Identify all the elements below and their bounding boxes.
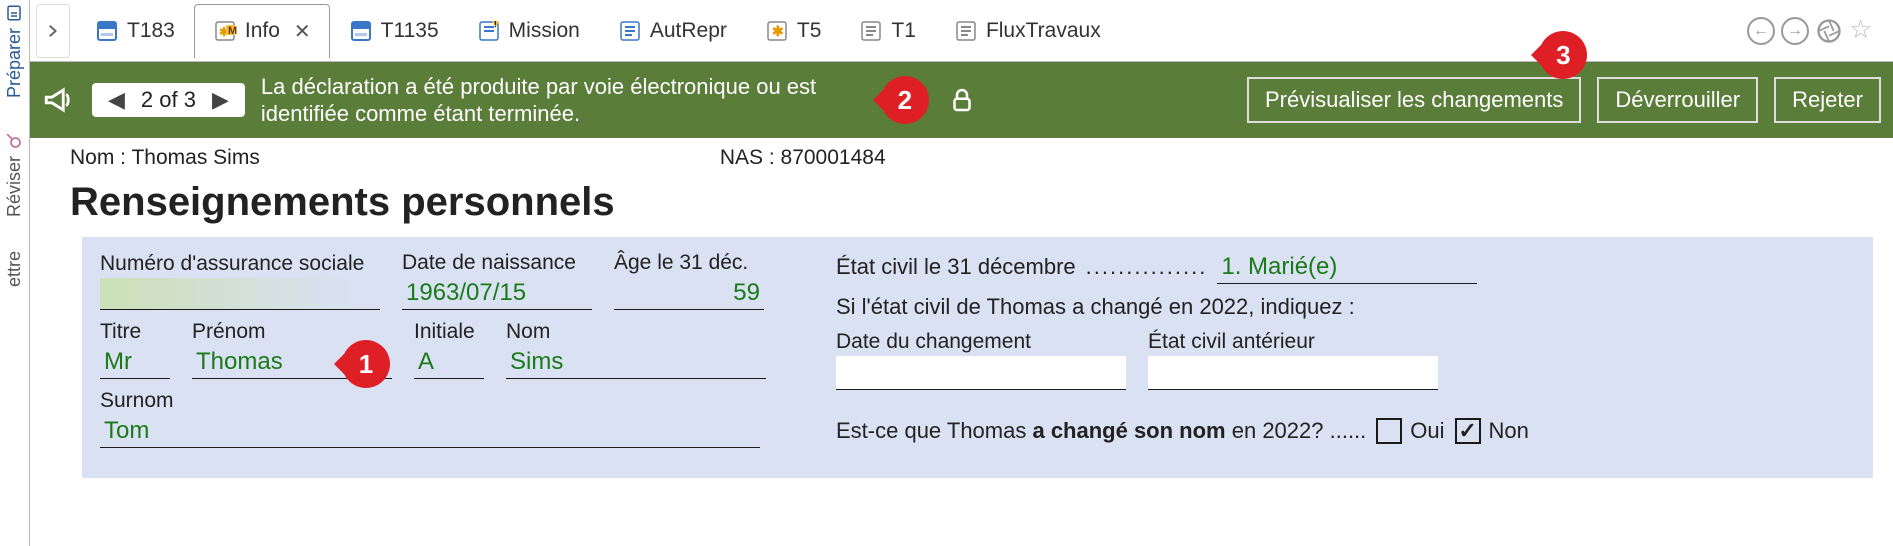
personal-info-form: Numéro d'assurance sociale Date de naiss… [82, 237, 1873, 478]
tab-bar: T183 ✱M Info ✕ T1135 ! Mission AutRe [30, 0, 1893, 62]
form-scroll[interactable]: Nom : Thomas Sims NAS : 870001484 Rensei… [30, 138, 1893, 546]
prev-marital-label: État civil antérieur [1148, 330, 1438, 354]
sidebar-item-lettre[interactable]: ettre [4, 247, 25, 297]
sidebar-item-label: Préparer [4, 28, 25, 98]
pager-prev-button[interactable]: ◀ [102, 87, 131, 113]
lastname-field[interactable]: Sims [506, 346, 766, 379]
tab-label: T1 [891, 19, 916, 43]
name-changed-yes[interactable]: Oui [1376, 418, 1444, 444]
tab-mission[interactable]: ! Mission [458, 4, 599, 58]
annotation-1: 1 [342, 340, 390, 388]
notification-bar: ◀ 2 of 3 ▶ La déclaration a été produite… [30, 62, 1893, 138]
tab-t5[interactable]: ✱ T5 [746, 4, 841, 58]
lastname-label: Nom [506, 320, 766, 344]
title-field[interactable]: Mr [100, 346, 170, 379]
pager-text: 2 of 3 [141, 87, 196, 113]
name-label: Nom : [70, 146, 131, 169]
nav-back-icon[interactable]: ← [1747, 17, 1775, 45]
dob-label: Date de naissance [402, 251, 592, 275]
lock-icon [947, 85, 977, 115]
tab-label: T183 [127, 19, 175, 43]
svg-text:✱: ✱ [772, 23, 784, 39]
tab-t1135[interactable]: T1135 [330, 4, 458, 58]
form-warning-icon: ! [477, 19, 501, 43]
form-lines-icon [618, 19, 642, 43]
tab-autrepr[interactable]: AutRepr [599, 4, 746, 58]
form-lines-icon [954, 19, 978, 43]
dob-field[interactable]: 1963/07/15 [402, 277, 592, 310]
initial-label: Initiale [414, 320, 484, 344]
tab-label: T5 [797, 19, 822, 43]
sin-field[interactable] [100, 278, 380, 310]
sidebar-item-label: ettre [4, 251, 25, 287]
sidebar-item-reviser[interactable]: Réviser [4, 128, 25, 227]
unlock-button[interactable]: Déverrouiller [1597, 77, 1758, 123]
left-sidebar: Préparer Réviser ettre [0, 0, 30, 546]
tab-label: Info [245, 19, 280, 43]
magnifier-icon [6, 132, 24, 150]
form-star-m-icon: ✱M [213, 19, 237, 43]
marital-label: État civil le 31 décembre [836, 254, 1076, 280]
nickname-field[interactable]: Tom [100, 415, 760, 448]
svg-text:!: ! [494, 20, 497, 29]
preview-changes-button[interactable]: Prévisualiser les changements [1247, 77, 1581, 123]
checkbox-empty-icon [1376, 418, 1402, 444]
marital-changed-text: Si l'état civil de Thomas a changé en 20… [836, 294, 1855, 320]
sidebar-item-preparer[interactable]: Préparer [4, 0, 25, 108]
reject-button[interactable]: Rejeter [1774, 77, 1881, 123]
form-blue-icon [95, 19, 119, 43]
nav-forward-icon[interactable]: → [1781, 17, 1809, 45]
change-date-label: Date du changement [836, 330, 1126, 354]
sidebar-item-label: Réviser [4, 156, 25, 217]
tab-fluxtravaux[interactable]: FluxTravaux [935, 4, 1120, 58]
close-icon[interactable]: ✕ [294, 19, 311, 44]
tab-label: Mission [509, 19, 580, 43]
annotation-3: 3 [1539, 31, 1587, 79]
tab-label: AutRepr [650, 19, 727, 43]
tab-t1[interactable]: T1 [840, 4, 935, 58]
nickname-label: Surnom [100, 389, 760, 413]
nas-label: NAS : [720, 146, 781, 169]
initial-field[interactable]: A [414, 346, 484, 379]
name-changed-question: Est-ce que Thomas a changé son nom en 20… [836, 418, 1366, 444]
pager-next-button[interactable]: ▶ [206, 87, 235, 113]
annotation-2: 2 [881, 76, 929, 124]
form-lines-icon [859, 19, 883, 43]
aperture-icon[interactable] [1815, 17, 1843, 45]
tab-info[interactable]: ✱M Info ✕ [194, 4, 330, 58]
tab-t183[interactable]: T183 [76, 4, 194, 58]
name-value: Thomas Sims [131, 146, 259, 169]
dots: ............... [1086, 254, 1208, 280]
document-icon [6, 4, 24, 22]
prev-marital-field[interactable] [1148, 356, 1438, 390]
form-star-icon: ✱ [765, 19, 789, 43]
svg-text:M: M [228, 25, 237, 37]
age-field: 59 [614, 277, 764, 310]
notification-message: La déclaration a été produite par voie é… [261, 73, 901, 128]
pager: ◀ 2 of 3 ▶ [92, 83, 245, 117]
marital-field[interactable]: 1. Marié(e) [1217, 251, 1477, 284]
sin-label: Numéro d'assurance sociale [100, 252, 380, 276]
age-label: Âge le 31 déc. [614, 251, 764, 275]
tab-label: FluxTravaux [986, 19, 1101, 43]
title-label: Titre [100, 320, 170, 344]
megaphone-icon [42, 83, 76, 117]
form-header: Nom : Thomas Sims NAS : 870001484 [30, 138, 1893, 174]
change-date-field[interactable] [836, 356, 1126, 390]
checkbox-checked-icon: ✓ [1455, 418, 1481, 444]
name-changed-no[interactable]: ✓ Non [1455, 418, 1529, 444]
section-title: Renseignements personnels [30, 174, 1893, 237]
star-icon[interactable]: ☆ [1849, 16, 1879, 46]
form-blue-icon [349, 19, 373, 43]
expand-tabs-button[interactable] [36, 4, 70, 58]
nas-value: 870001484 [781, 146, 886, 169]
tab-label: T1135 [381, 19, 439, 43]
